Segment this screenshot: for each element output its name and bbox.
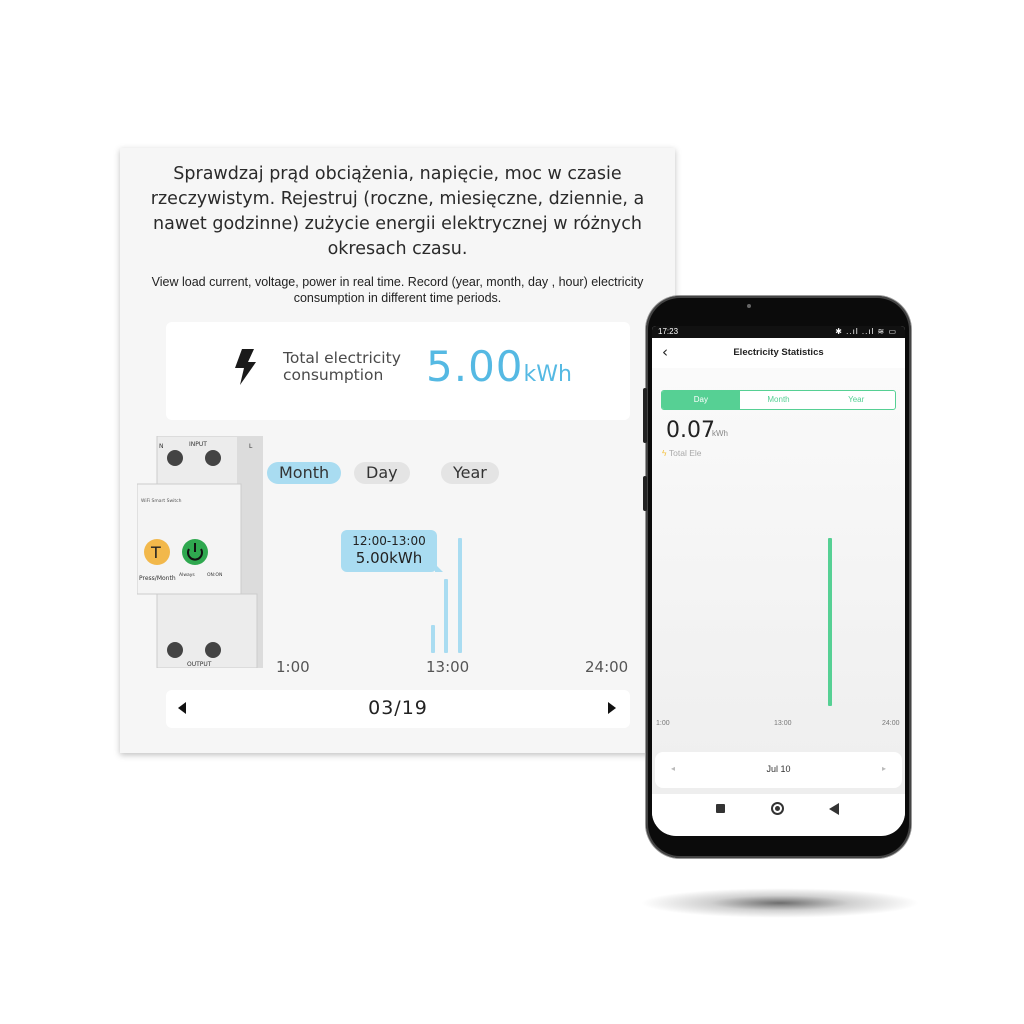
phone-total-unit: kWh	[712, 429, 728, 438]
phone-total-label: ϟ Total Ele	[662, 448, 701, 458]
x-tick-start: 1:00	[276, 658, 310, 676]
smartphone: 17:23 ✱ ..ıl ..ıl ≋ ▭ ‹ Electricity Stat…	[643, 296, 911, 858]
card-hourly-chart: 12:00-13:00 5.00kWh	[260, 498, 660, 678]
status-bar: 17:23 ✱ ..ıl ..ıl ≋ ▭	[652, 326, 905, 338]
phone-x-tick-end: 24:00	[882, 720, 900, 727]
phone-tab-year[interactable]: Year	[817, 391, 895, 409]
chart-bar[interactable]	[444, 579, 448, 653]
phone-total-value: 0.07	[666, 418, 715, 443]
status-time: 17:23	[658, 327, 679, 336]
feature-card: Sprawdzaj prąd obciążenia, napięcie, moc…	[120, 148, 675, 753]
phone-date-navigator: ◂ Jul 10 ▸	[655, 752, 902, 788]
total-value: 5.00kWh	[426, 342, 572, 391]
date-navigator: 03/19	[166, 690, 630, 728]
total-label-line1: Total electricity	[283, 349, 401, 367]
back-button-icon[interactable]	[829, 803, 839, 815]
android-nav-bar	[652, 794, 905, 824]
polish-description: Sprawdzaj prąd obciążenia, napięcie, moc…	[150, 164, 645, 259]
svg-text:T: T	[150, 543, 161, 562]
chart-bar[interactable]	[458, 538, 462, 653]
home-button-icon[interactable]	[771, 802, 784, 815]
english-description: View load current, voltage, power in rea…	[151, 275, 644, 305]
phone-next-date-icon[interactable]: ▸	[882, 764, 886, 773]
phone-tab-month[interactable]: Month	[740, 391, 818, 409]
device-input-label: INPUT	[189, 441, 207, 448]
phone-tab-day[interactable]: Day	[662, 391, 740, 409]
lightning-bolt-icon	[235, 349, 256, 385]
svg-text:N: N	[159, 443, 164, 450]
phone-x-tick-mid: 13:00	[774, 720, 792, 727]
app-title: Electricity Statistics	[733, 347, 824, 358]
svg-text:ON:ON: ON:ON	[207, 572, 222, 578]
app-header: ‹ Electricity Statistics	[652, 338, 905, 368]
tooltip-value: 5.00kWh	[355, 549, 423, 567]
status-icons: ✱ ..ıl ..ıl ≋ ▭	[835, 327, 897, 336]
svg-text:Press/Month: Press/Month	[139, 575, 176, 582]
period-segmented-control: Day Month Year	[661, 390, 896, 410]
total-label-line2: consumption	[283, 366, 384, 384]
volume-button	[643, 388, 647, 443]
total-label: Total electricity consumption	[283, 350, 401, 384]
tab-year[interactable]: Year	[441, 462, 499, 484]
smart-breaker-device-image: INPUT N L OUTPUT WiFi Smart Switch T Pre…	[137, 436, 263, 668]
phone-x-tick-start: 1:00	[656, 720, 670, 727]
phone-chart-bar[interactable]	[828, 538, 832, 706]
chart-bar[interactable]	[431, 625, 435, 653]
phone-total-label-text: Total Ele	[668, 448, 702, 458]
tooltip-range: 12:00-13:00	[352, 534, 426, 548]
lightning-icon: ϟ	[662, 448, 667, 458]
svg-text:Always: Always	[179, 572, 195, 578]
phone-shadow	[640, 888, 920, 918]
tab-day[interactable]: Day	[354, 462, 410, 484]
stats-content: Day Month Year 0.07 kWh ϟ Total Ele 1:00…	[652, 368, 905, 794]
chart-tooltip: 12:00-13:00 5.00kWh	[341, 530, 443, 572]
recents-button-icon[interactable]	[716, 804, 725, 813]
total-value-number: 5.00	[426, 342, 524, 391]
device-output-label: OUTPUT	[187, 661, 212, 668]
total-value-unit: kWh	[523, 362, 572, 387]
current-date: 03/19	[368, 697, 428, 719]
x-tick-end: 24:00	[585, 658, 629, 676]
x-tick-mid: 13:00	[426, 658, 470, 676]
phone-screen: 17:23 ✱ ..ıl ..ıl ≋ ▭ ‹ Electricity Stat…	[652, 326, 905, 836]
phone-current-date: Jul 10	[766, 764, 791, 774]
next-date-arrow-icon[interactable]	[608, 702, 616, 714]
total-consumption-panel: Total electricity consumption 5.00kWh	[166, 322, 630, 420]
tab-month[interactable]: Month	[267, 462, 342, 484]
front-camera	[747, 304, 751, 308]
power-button	[643, 476, 647, 511]
svg-text:WiFi Smart Switch: WiFi Smart Switch	[141, 498, 182, 504]
